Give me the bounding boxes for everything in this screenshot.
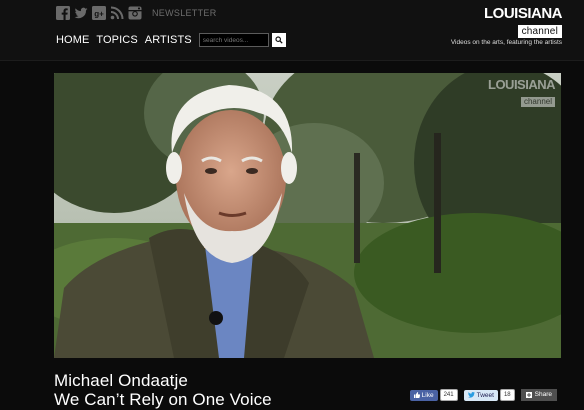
artist-name: Michael Ondaatje <box>54 371 188 390</box>
plus-icon <box>525 392 532 398</box>
rss-icon[interactable] <box>110 6 124 20</box>
nav-artists[interactable]: ARTISTS <box>145 34 192 46</box>
video-title-block: Michael Ondaatje We Can’t Rely on One Vo… <box>54 371 272 409</box>
nav-home[interactable]: HOME <box>56 34 89 46</box>
site-tagline: Videos on the arts, featuring the artist… <box>450 39 562 46</box>
site-header: g+ NEWSLETTER HOME TOPICS ARTISTS search… <box>0 0 584 61</box>
newsletter-link[interactable]: NEWSLETTER <box>152 8 217 18</box>
channel-watermark: LOUISIANA channel <box>488 77 556 109</box>
twitter-bird-icon <box>467 392 475 398</box>
tweet-label: Tweet <box>476 391 494 399</box>
search-button[interactable] <box>271 33 286 47</box>
nav-topics[interactable]: TOPICS <box>96 34 137 46</box>
search-icon <box>275 36 283 44</box>
site-logo[interactable]: LOUISIANA channel <box>484 5 563 39</box>
instagram-icon[interactable] <box>128 6 142 20</box>
like-count: 241 <box>439 389 458 401</box>
svg-text:g+: g+ <box>94 10 104 19</box>
twitter-icon[interactable] <box>74 6 88 20</box>
facebook-like-button[interactable]: Like <box>409 389 438 401</box>
search-input[interactable] <box>198 33 269 47</box>
search-box <box>198 33 286 47</box>
video-title: We Can’t Rely on One Voice <box>54 390 272 409</box>
tweet-button[interactable]: Tweet <box>463 389 498 401</box>
main-nav: HOME TOPICS ARTISTS <box>56 33 286 47</box>
video-frame-image <box>54 73 561 358</box>
logo-text-bottom: channel <box>517 25 562 38</box>
google-plus-icon[interactable]: g+ <box>92 6 106 20</box>
share-bar: Like 241 Tweet 18 Share <box>409 389 557 401</box>
thumbs-up-icon <box>413 392 420 398</box>
share-label: Share <box>534 391 552 398</box>
like-label: Like <box>421 391 434 399</box>
watermark-text-bottom: channel <box>520 97 555 107</box>
tweet-count: 18 <box>499 389 515 401</box>
watermark-text-top: LOUISIANA <box>488 77 556 92</box>
logo-text-top: LOUISIANA <box>484 5 563 22</box>
video-player[interactable]: LOUISIANA channel <box>54 73 561 358</box>
facebook-icon[interactable] <box>56 6 70 20</box>
social-links: g+ NEWSLETTER <box>56 6 217 20</box>
share-button[interactable]: Share <box>520 389 557 401</box>
